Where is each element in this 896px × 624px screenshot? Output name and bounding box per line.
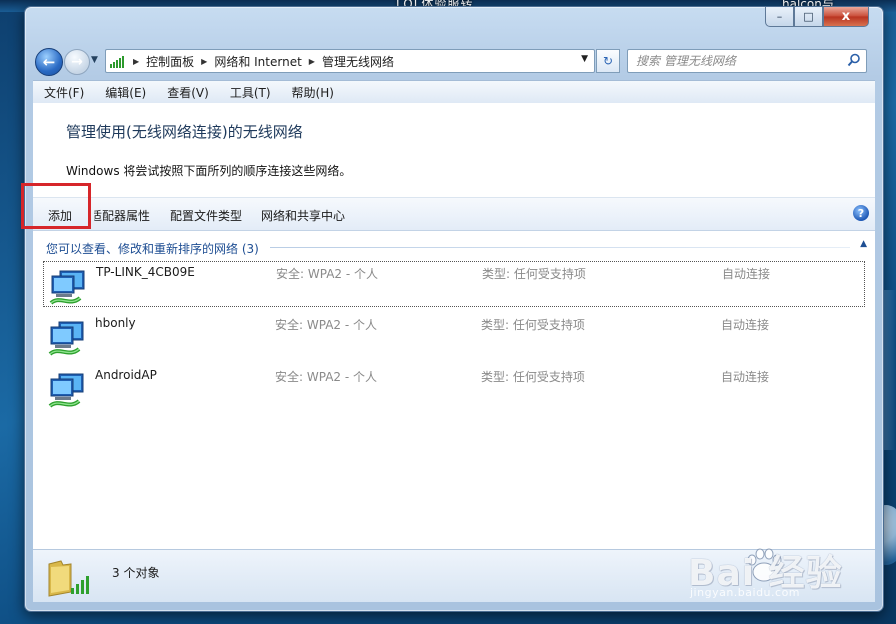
address-bar[interactable]: ▶ 控制面板 ▶ 网络和 Internet ▶ 管理无线网络 ▼: [105, 49, 595, 73]
network-sharing-center-button[interactable]: 网络和共享中心: [261, 207, 345, 224]
menu-help[interactable]: 帮助(H): [281, 84, 344, 101]
network-name: AndroidAP: [95, 368, 157, 382]
back-arrow-icon: ←: [42, 53, 56, 71]
network-row[interactable]: AndroidAP 安全: WPA2 - 个人 类型: 任何受支持项 自动连接: [43, 365, 865, 411]
refresh-icon: ↻: [602, 54, 614, 68]
help-icon[interactable]: ?: [853, 205, 869, 221]
forward-button[interactable]: →: [64, 49, 90, 75]
recent-pages-dropdown[interactable]: ▼: [91, 55, 98, 65]
breadcrumb-manage-wireless[interactable]: 管理无线网络: [322, 53, 394, 70]
breadcrumb-network-internet[interactable]: 网络和 Internet: [214, 53, 301, 70]
menu-tools[interactable]: 工具(T): [219, 84, 281, 101]
search-input[interactable]: [628, 50, 838, 72]
baidu-watermark-url: jingyan.baidu.com: [690, 586, 801, 599]
wireless-network-icon: [48, 321, 84, 356]
page-title: 管理使用(无线网络连接)的无线网络: [66, 123, 303, 141]
caption-buttons: – □ x: [765, 7, 869, 27]
collapse-group-icon[interactable]: ▲: [860, 239, 867, 249]
search-box: [627, 49, 867, 73]
manage-wireless-networks-window: – □ x ← → ▼ ▶ 控制面板 ▶ 网络和 Internet ▶ 管理无线…: [24, 6, 884, 612]
network-name: TP-LINK_4CB09E: [96, 265, 195, 279]
menu-bar: 文件(F) 编辑(E) 查看(V) 工具(T) 帮助(H): [33, 80, 875, 104]
network-security: 安全: WPA2 - 个人: [276, 267, 378, 281]
network-connect-mode: 自动连接: [722, 267, 771, 281]
close-button[interactable]: x: [823, 7, 869, 27]
search-icon[interactable]: [847, 53, 861, 67]
network-name: hbonly: [95, 316, 136, 330]
back-button[interactable]: ←: [35, 48, 63, 76]
menu-file[interactable]: 文件(F): [33, 84, 94, 101]
network-list-header: 您可以查看、修改和重新排序的网络 (3): [46, 242, 259, 256]
address-dropdown-icon[interactable]: ▼: [581, 54, 588, 64]
network-type: 类型: 任何受支持项: [481, 370, 585, 384]
adapter-properties-button[interactable]: 适配器属性: [94, 207, 150, 224]
network-row[interactable]: hbonly 安全: WPA2 - 个人 类型: 任何受支持项 自动连接: [43, 313, 865, 359]
breadcrumb-arrow-icon: ▶: [308, 56, 315, 66]
network-connect-mode: 自动连接: [721, 370, 770, 384]
refresh-button[interactable]: ↻: [596, 49, 620, 73]
network-security: 安全: WPA2 - 个人: [275, 318, 377, 332]
network-connect-mode: 自动连接: [721, 318, 770, 332]
content-pane: 管理使用(无线网络连接)的无线网络 Windows 将尝试按照下面所列的顺序连接…: [33, 103, 875, 549]
maximize-button[interactable]: □: [794, 7, 823, 27]
network-control-panel-icon: [110, 54, 126, 68]
menu-view[interactable]: 查看(V): [156, 84, 219, 101]
network-row[interactable]: TP-LINK_4CB09E 安全: WPA2 - 个人 类型: 任何受支持项 …: [43, 261, 865, 307]
network-type: 类型: 任何受支持项: [482, 267, 586, 281]
add-button[interactable]: 添加: [48, 207, 72, 224]
item-count: 3 个对象: [112, 566, 160, 580]
page-description: Windows 将尝试按照下面所列的顺序连接这些网络。: [66, 164, 352, 178]
wireless-folder-icon: [48, 560, 89, 597]
breadcrumb-arrow-icon: ▶: [133, 56, 140, 66]
breadcrumb-arrow-icon: ▶: [201, 56, 208, 66]
breadcrumb-control-panel[interactable]: 控制面板: [146, 53, 194, 70]
wireless-network-icon: [48, 373, 84, 408]
group-divider: [270, 247, 850, 248]
network-type: 类型: 任何受支持项: [481, 318, 585, 332]
profile-types-button[interactable]: 配置文件类型: [170, 207, 242, 224]
minimize-button[interactable]: –: [765, 7, 794, 27]
menu-edit[interactable]: 编辑(E): [94, 84, 156, 101]
forward-arrow-icon: →: [71, 54, 83, 70]
command-bar: 添加 适配器属性 配置文件类型 网络和共享中心 ?: [33, 197, 875, 231]
network-security: 安全: WPA2 - 个人: [275, 370, 377, 384]
wireless-network-icon: [49, 270, 85, 305]
